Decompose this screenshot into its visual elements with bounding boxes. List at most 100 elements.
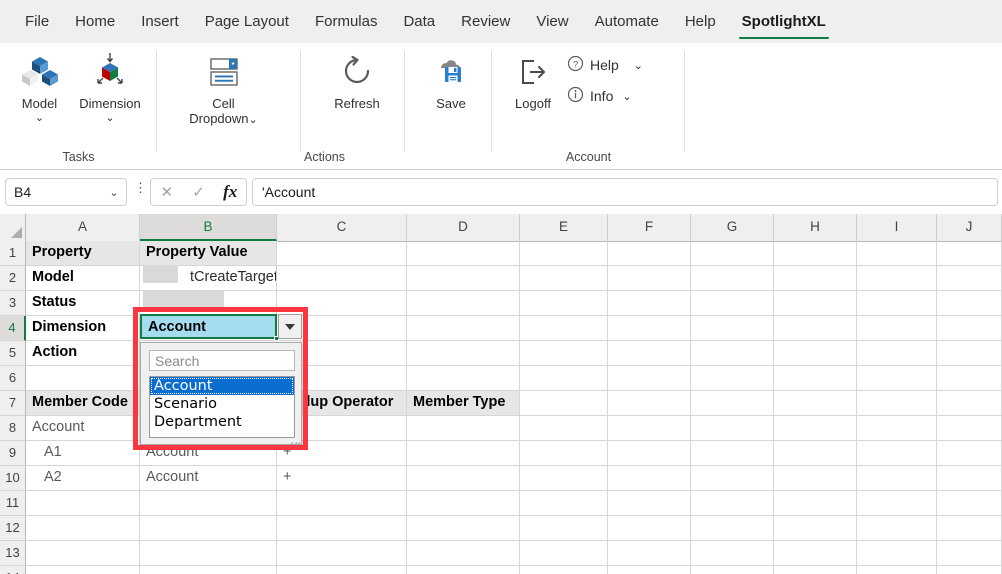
grid-cell[interactable] [937,516,1002,541]
row-header-13[interactable]: 13 [0,541,26,566]
grid-cell[interactable] [774,291,857,316]
row-header-7[interactable]: 7 [0,391,26,416]
dropdown-option-department[interactable]: Department [150,413,294,431]
grid-cell[interactable] [857,491,937,516]
grid-cell[interactable] [608,291,691,316]
grid-cell[interactable] [608,441,691,466]
grid-cell[interactable] [691,316,774,341]
grid-cell[interactable] [937,366,1002,391]
grid-cell[interactable] [691,441,774,466]
grid-cell[interactable] [937,466,1002,491]
grid-cell[interactable] [407,491,520,516]
grid-cell[interactable] [407,316,520,341]
column-header-F[interactable]: F [608,214,691,241]
ribbon-tab-insert[interactable]: Insert [128,0,192,43]
dropdown-arrow-button[interactable] [278,314,302,339]
grid-cell[interactable] [937,241,1002,266]
row-header-2[interactable]: 2 [0,266,26,291]
grid-cell[interactable] [691,266,774,291]
grid-cell[interactable] [857,341,937,366]
grid-cell[interactable] [691,341,774,366]
grid-cell[interactable] [520,316,608,341]
grid-cell-A1[interactable]: Property [26,241,140,266]
ribbon-tab-help[interactable]: Help [672,0,729,43]
grid-cell[interactable] [937,266,1002,291]
model-chevron-down-icon[interactable]: ⌄ [8,112,71,124]
row-header-8[interactable]: 8 [0,416,26,441]
grid-cell[interactable] [691,241,774,266]
grid-cell[interactable] [520,391,608,416]
grid-cell[interactable] [691,491,774,516]
grid-cell[interactable] [857,441,937,466]
grid-cell[interactable] [608,491,691,516]
grid-cell[interactable] [937,341,1002,366]
grid-cell[interactable] [774,566,857,574]
grid-cell[interactable] [277,241,407,266]
dropdown-listbox[interactable]: Account Scenario Department [149,376,295,438]
grid-cell[interactable] [277,566,407,574]
grid-cell[interactable] [608,391,691,416]
grid-cell[interactable] [857,366,937,391]
name-box[interactable]: B4 ⌄ [5,178,127,206]
cancel-icon[interactable]: ✕ [151,183,183,201]
grid-cell[interactable] [857,291,937,316]
row-header-10[interactable]: 10 [0,466,26,491]
grid-cell[interactable] [774,541,857,566]
selected-cell-b4[interactable]: Account [140,314,277,339]
ribbon-tab-home[interactable]: Home [62,0,128,43]
grid-cell[interactable] [691,541,774,566]
grid-cell[interactable] [608,316,691,341]
column-header-G[interactable]: G [691,214,774,241]
grid-cell[interactable] [691,516,774,541]
grid-cell[interactable] [774,341,857,366]
grid-cell[interactable] [774,241,857,266]
grid-cell[interactable] [608,466,691,491]
grid-cell[interactable] [691,416,774,441]
grid-cell[interactable] [857,566,937,574]
grid-cell[interactable] [857,541,937,566]
insert-function-icon[interactable]: fx [214,182,246,202]
grid-cell[interactable] [857,241,937,266]
row-header-4[interactable]: 4 [0,316,26,341]
info-button[interactable]: Info ⌄ [567,86,632,106]
column-header-B[interactable]: B [140,214,277,241]
column-header-E[interactable]: E [520,214,608,241]
grid-cell[interactable] [857,266,937,291]
grid-cell[interactable] [26,566,140,574]
dropdown-option-scenario[interactable]: Scenario [150,395,294,413]
grid-cell[interactable] [937,566,1002,574]
grid-cell[interactable] [774,391,857,416]
grid-cell[interactable] [608,541,691,566]
grid-cell[interactable] [407,516,520,541]
grid-cell[interactable] [407,541,520,566]
model-button[interactable]: Model ⌄ [8,51,71,124]
grid-cell[interactable] [608,266,691,291]
name-box-chevron-down-icon[interactable]: ⌄ [102,186,126,199]
grid-cell[interactable] [608,516,691,541]
formula-input[interactable]: 'Account [252,178,998,206]
grid-cell[interactable] [26,366,140,391]
grid-cell-A4[interactable]: Dimension [26,316,140,341]
row-header-5[interactable]: 5 [0,341,26,366]
grid-cell[interactable] [140,516,277,541]
grid-cell[interactable] [691,366,774,391]
grid-cell[interactable] [407,416,520,441]
grid-cell[interactable] [520,441,608,466]
grid-cell[interactable] [520,541,608,566]
grid-cell[interactable] [691,391,774,416]
column-header-J[interactable]: J [937,214,1002,241]
grid-cell[interactable] [407,291,520,316]
formula-bar-overflow-icon[interactable]: ⋮ [134,181,147,200]
row-header-1[interactable]: 1 [0,241,26,266]
grid-cell[interactable] [407,441,520,466]
grid-cell[interactable] [140,566,277,574]
column-header-I[interactable]: I [857,214,937,241]
grid-cell[interactable] [774,366,857,391]
column-header-A[interactable]: A [26,214,140,241]
grid-cell[interactable] [26,516,140,541]
grid-cell-A5[interactable]: Action [26,341,140,366]
grid-cell[interactable] [608,341,691,366]
row-header-9[interactable]: 9 [0,441,26,466]
grid-cell[interactable] [937,291,1002,316]
row-header-14[interactable]: 14 [0,566,26,574]
